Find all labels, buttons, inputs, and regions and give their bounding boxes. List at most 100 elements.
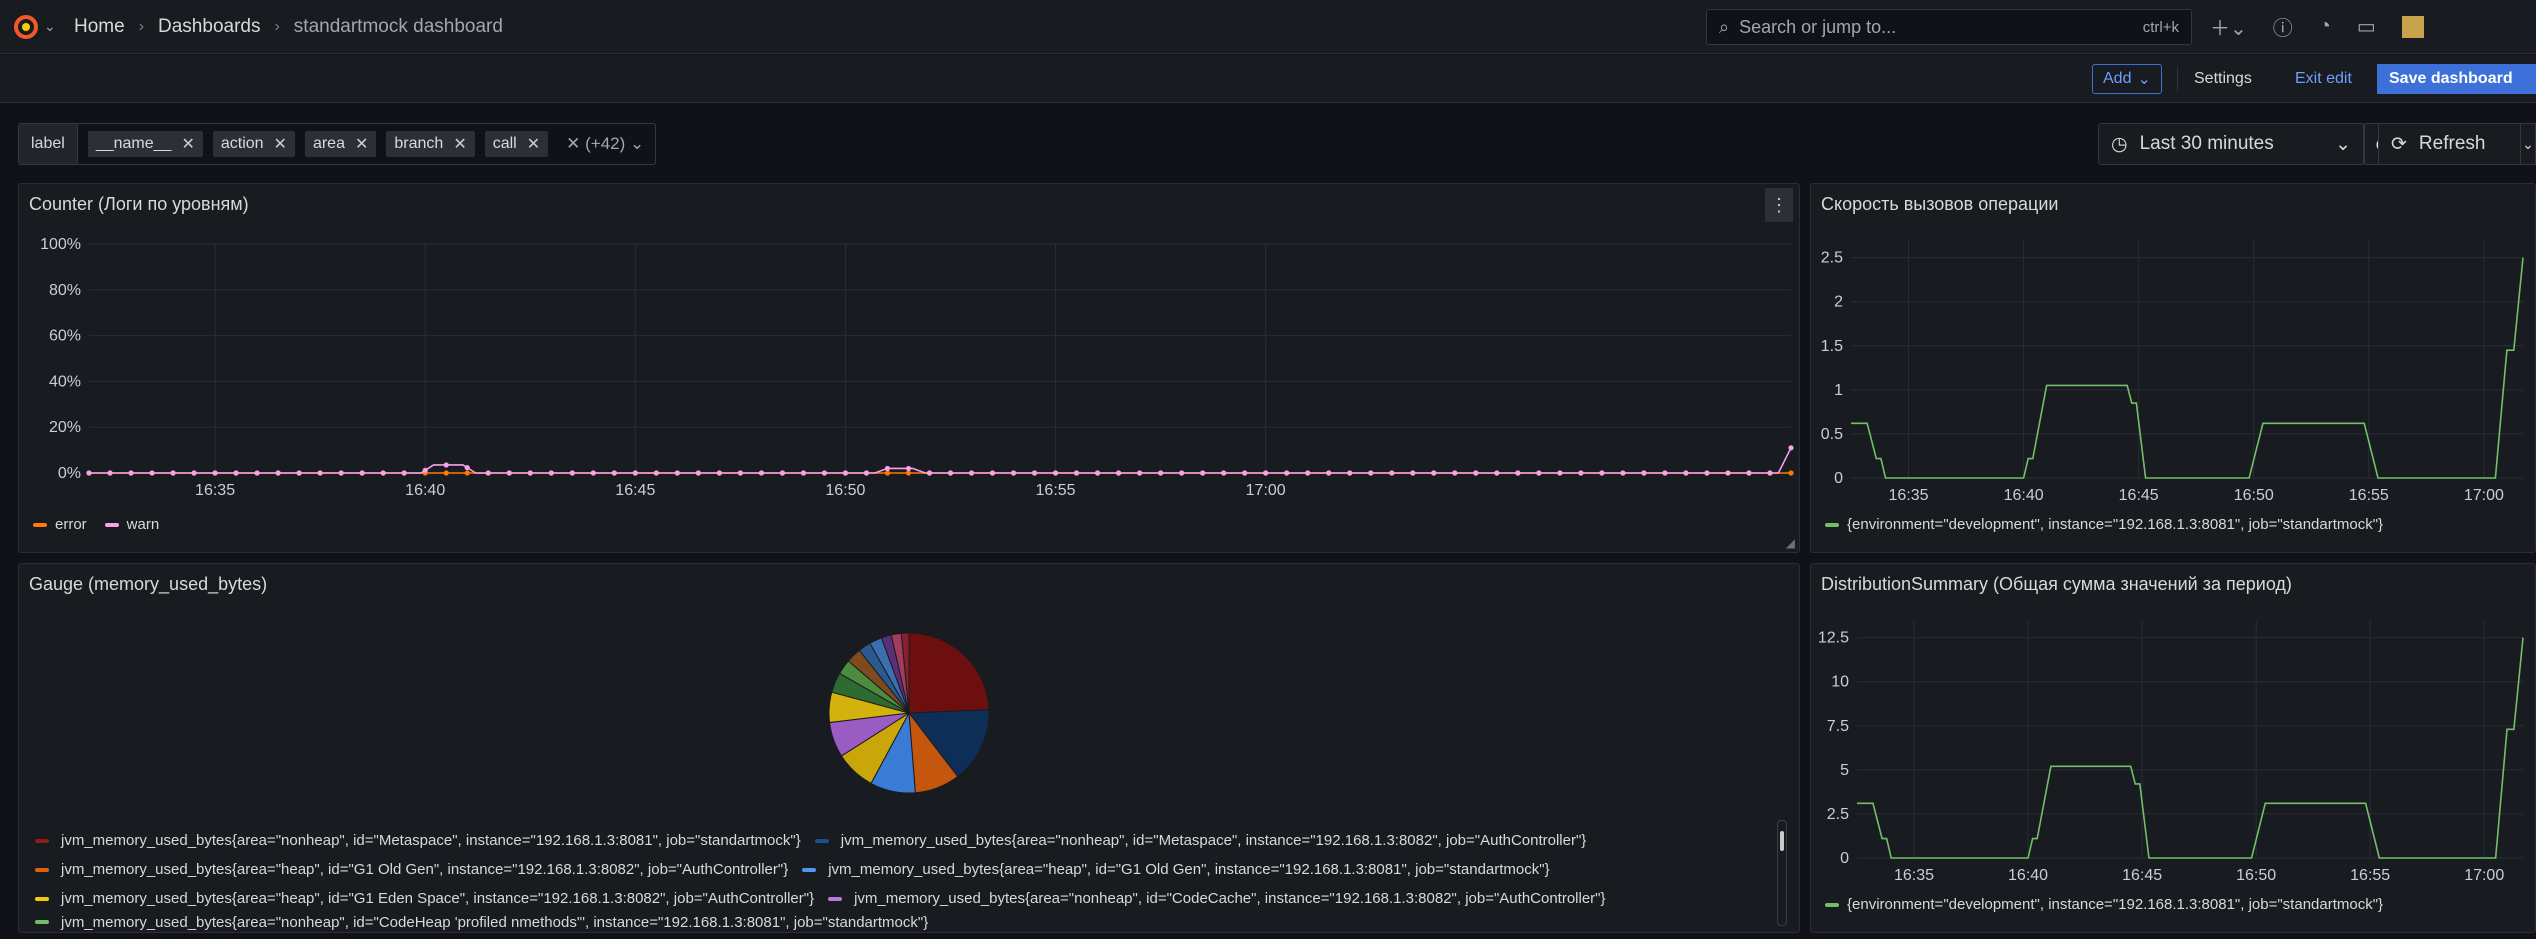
data-point <box>506 470 512 476</box>
data-point <box>884 470 891 476</box>
legend-scrollbar[interactable] <box>1777 820 1787 926</box>
data-point <box>107 470 113 476</box>
filter-label: label <box>19 124 78 164</box>
help-icon[interactable]: ⓘ <box>2273 12 2293 41</box>
x-tick-label: 17:00 <box>1246 482 1286 499</box>
chart-legend: {environment="development", instance="19… <box>1825 516 2383 533</box>
data-point <box>1242 470 1248 476</box>
chevron-down-icon[interactable]: ⌄ <box>44 18 56 35</box>
refresh-interval-dropdown[interactable]: ⌄ <box>2520 123 2536 165</box>
scroll-thumb[interactable] <box>1780 831 1784 851</box>
time-range-label: Last 30 minutes <box>2139 133 2274 154</box>
legend-swatch <box>35 867 49 872</box>
data-point <box>380 470 386 476</box>
exit-edit-button[interactable]: Exit edit <box>2295 70 2352 88</box>
refresh-button[interactable]: ⟳ Refresh <box>2378 123 2522 165</box>
data-point <box>128 470 134 476</box>
legend-item[interactable]: jvm_memory_used_bytes{area="heap", id="G… <box>35 861 788 878</box>
filter-chip[interactable]: area ✕ <box>304 131 377 157</box>
x-tick-label: 16:55 <box>2350 867 2390 884</box>
data-point <box>233 470 239 476</box>
legend-item[interactable]: jvm_memory_used_bytes{area="heap", id="G… <box>35 890 814 907</box>
divider <box>2177 67 2178 91</box>
filter-chip[interactable]: call ✕ <box>484 131 549 157</box>
legend-item[interactable]: jvm_memory_used_bytes{area="heap", id="G… <box>802 861 1550 878</box>
rss-icon[interactable]: ◔ <box>2319 15 2331 38</box>
close-icon[interactable]: ✕ <box>274 134 287 154</box>
y-tick-label: 0% <box>58 465 81 482</box>
grafana-logo-icon[interactable] <box>12 13 40 41</box>
data-point <box>1557 470 1563 476</box>
legend-swatch <box>35 920 49 924</box>
avatar[interactable] <box>2401 15 2424 38</box>
panel-distribution-summary[interactable]: DistributionSummary (Общая сумма значени… <box>1810 563 2536 933</box>
panel-title: Скорость вызовов операции <box>1821 194 2059 214</box>
data-point <box>296 470 302 476</box>
data-point <box>1725 470 1731 476</box>
data-point <box>947 470 954 476</box>
legend-label: jvm_memory_used_bytes{area="nonheap", id… <box>854 890 1606 907</box>
legend-item[interactable]: warn <box>104 516 159 533</box>
legend-item[interactable]: jvm_memory_used_bytes{area="nonheap", id… <box>35 832 801 849</box>
call-rate-chart: 0 0.5 1 1.5 2 2.5 16:35 16:40 16:45 16:50 16:55 17:… <box>1821 240 2524 504</box>
close-icon[interactable]: ✕ <box>566 134 580 153</box>
legend-item[interactable]: jvm_memory_used_bytes{area="nonheap", id… <box>814 832 1586 849</box>
save-dashboard-button[interactable]: Save dashboard <box>2377 64 2536 94</box>
x-tick-label: 17:00 <box>2464 487 2504 504</box>
y-tick-label: 20% <box>49 419 81 436</box>
close-icon[interactable]: ✕ <box>355 134 368 154</box>
panel-menu-icon[interactable]: ⋮ <box>1765 188 1793 222</box>
series-line <box>1851 257 2524 479</box>
chevron-down-icon: ⌄ <box>2522 135 2534 152</box>
x-tick-label: 17:00 <box>2464 867 2504 884</box>
y-tick-label: 100% <box>40 236 81 253</box>
data-point <box>422 467 428 473</box>
panel-counter[interactable]: Counter (Логи по уровням) ⋮ 0% 20% 40% 60% 8… <box>18 183 1800 553</box>
close-icon[interactable]: ✕ <box>453 134 466 154</box>
data-point <box>1031 470 1038 476</box>
plus-icon[interactable]: ＋⌄ <box>2210 12 2247 41</box>
breadcrumb-dashboards[interactable]: Dashboards <box>158 16 260 38</box>
tv-mode-icon[interactable]: ▭ <box>2357 14 2376 39</box>
chevron-right-icon: › <box>274 18 280 35</box>
data-point <box>485 470 491 476</box>
data-point <box>1010 470 1017 476</box>
filter-chip[interactable]: branch ✕ <box>386 131 475 157</box>
panel-title: Counter (Логи по уровням) <box>29 194 249 214</box>
data-point <box>527 470 533 476</box>
legend-item[interactable]: {environment="development", instance="19… <box>1825 516 2383 533</box>
data-point <box>254 470 260 476</box>
data-point <box>1073 470 1080 476</box>
time-range-picker[interactable]: ◷ Last 30 minutes ⌄ <box>2098 123 2364 165</box>
filter-chip[interactable]: action ✕ <box>212 131 295 157</box>
data-point <box>1620 470 1626 476</box>
more-count: (+42) <box>585 134 626 153</box>
breadcrumb: Home › Dashboards › standartmock dashboa… <box>74 16 503 38</box>
legend-item[interactable]: error <box>33 516 87 533</box>
filter-chip[interactable]: __name__ ✕ <box>87 131 203 157</box>
more-filters[interactable]: ✕ (+42) ⌄ <box>566 134 644 154</box>
refresh-icon: ⟳ <box>2391 133 2407 155</box>
breadcrumb-current: standartmock dashboard <box>293 16 503 37</box>
y-tick-label: 2.5 <box>1821 250 1843 267</box>
search-input[interactable]: ⌕ Search or jump to... ctrl+k <box>1706 9 2192 45</box>
x-tick-label: 16:40 <box>405 482 445 499</box>
close-icon[interactable]: ✕ <box>181 134 194 154</box>
close-icon[interactable]: ✕ <box>527 134 540 154</box>
chip-label: action <box>220 135 264 152</box>
resize-handle-icon[interactable]: ◢ <box>1786 536 1795 550</box>
x-tick-label: 16:55 <box>1036 482 1076 499</box>
add-button[interactable]: Add ⌄ <box>2092 64 2162 94</box>
legend-item[interactable]: jvm_memory_used_bytes{area="nonheap", id… <box>35 914 928 931</box>
x-tick-label: 16:50 <box>2234 487 2274 504</box>
panel-call-rate[interactable]: Скорость вызовов операции 0 0.5 1 1.5 2 2.5 16… <box>1810 183 2536 553</box>
data-point <box>695 470 701 476</box>
breadcrumb-home[interactable]: Home <box>74 16 125 38</box>
memory-pie-chart <box>828 632 990 794</box>
y-tick-label: 1 <box>1834 382 1843 399</box>
settings-button[interactable]: Settings <box>2194 70 2252 88</box>
legend-label: jvm_memory_used_bytes{area="nonheap", id… <box>61 832 801 849</box>
panel-gauge[interactable]: Gauge (memory_used_bytes) jvm_memory_use… <box>18 563 1800 933</box>
legend-item[interactable]: {environment="development", instance="19… <box>1825 896 2383 913</box>
legend-item[interactable]: jvm_memory_used_bytes{area="nonheap", id… <box>828 890 1606 907</box>
